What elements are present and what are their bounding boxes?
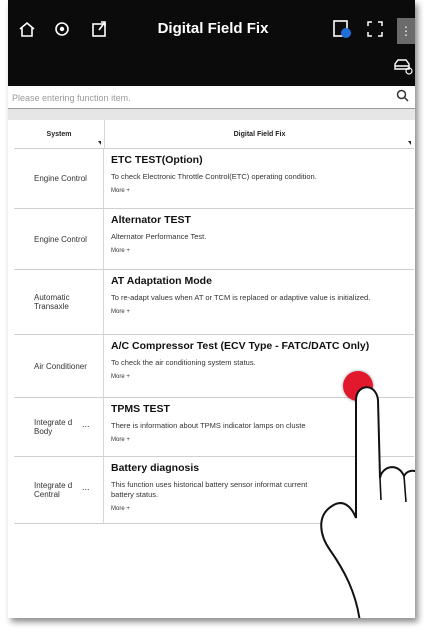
more-link[interactable]: More + <box>111 309 408 315</box>
column-header-fix[interactable]: Digital Field Fix <box>105 120 414 148</box>
top-bar: Digital Field Fix ⋮ <box>8 0 415 86</box>
more-link[interactable]: More + <box>111 248 408 254</box>
vci-icon[interactable] <box>331 18 353 44</box>
ellipsis: ... <box>82 482 90 492</box>
fix-description: This function uses historical battery se… <box>111 480 308 499</box>
search-input[interactable] <box>10 88 384 108</box>
column-header-system[interactable]: System <box>14 120 105 148</box>
export-icon[interactable] <box>90 19 110 43</box>
table-row[interactable]: Engine Control ETC TEST(Option) To check… <box>14 149 414 209</box>
system-cell: Automatic Transaxle <box>14 270 104 334</box>
fix-cell: ETC TEST(Option) To check Electronic Thr… <box>104 149 414 208</box>
fix-description: To re-adapt values when AT or TCM is rep… <box>111 293 371 302</box>
home-icon[interactable] <box>18 20 36 42</box>
more-icon[interactable]: ⋮ <box>397 18 415 44</box>
table-row[interactable]: Automatic Transaxle AT Adaptation Mode T… <box>14 270 414 335</box>
app-window: Digital Field Fix ⋮ System Digital Field… <box>8 0 415 618</box>
sort-icon[interactable] <box>408 141 411 145</box>
system-cell: Integrate d Central ... <box>14 457 104 523</box>
fix-title[interactable]: AT Adaptation Mode <box>111 275 408 287</box>
fullscreen-icon[interactable] <box>366 20 384 42</box>
fix-title[interactable]: ETC TEST(Option) <box>111 154 408 166</box>
system-label: Integrate d Central <box>34 481 73 499</box>
page-title: Digital Field Fix <box>157 20 269 37</box>
table-row[interactable]: Engine Control Alternator TEST Alternato… <box>14 209 414 270</box>
fix-title[interactable]: Alternator TEST <box>111 214 408 226</box>
settings-icon[interactable] <box>52 19 72 43</box>
system-cell: Integrate d Body ... <box>14 398 104 456</box>
fix-description: To check the air conditioning system sta… <box>111 358 256 367</box>
car-icon[interactable] <box>392 57 414 79</box>
system-label: Integrate d Body <box>34 418 73 436</box>
fix-description: To check Electronic Throttle Control(ETC… <box>111 172 317 181</box>
column-label: Digital Field Fix <box>233 130 286 138</box>
hand-pointer-icon <box>320 386 415 618</box>
system-cell: Engine Control <box>14 209 104 269</box>
search-icon[interactable] <box>396 89 409 105</box>
fix-cell: AT Adaptation Mode To re-adapt values wh… <box>104 270 414 334</box>
system-cell: Engine Control <box>14 149 104 208</box>
fix-title[interactable]: A/C Compressor Test (ECV Type - FATC/DAT… <box>111 340 408 352</box>
sort-icon[interactable] <box>98 141 101 145</box>
divider <box>8 109 415 120</box>
fix-description: Alternator Performance Test. <box>111 232 207 241</box>
ellipsis: ... <box>82 419 90 429</box>
search-bar <box>8 86 415 109</box>
fix-cell: Alternator TEST Alternator Performance T… <box>104 209 414 269</box>
table-header: System Digital Field Fix <box>14 120 414 149</box>
more-link[interactable]: More + <box>111 188 408 194</box>
system-cell: Air Conditioner <box>14 335 104 397</box>
column-label: System <box>46 130 72 138</box>
